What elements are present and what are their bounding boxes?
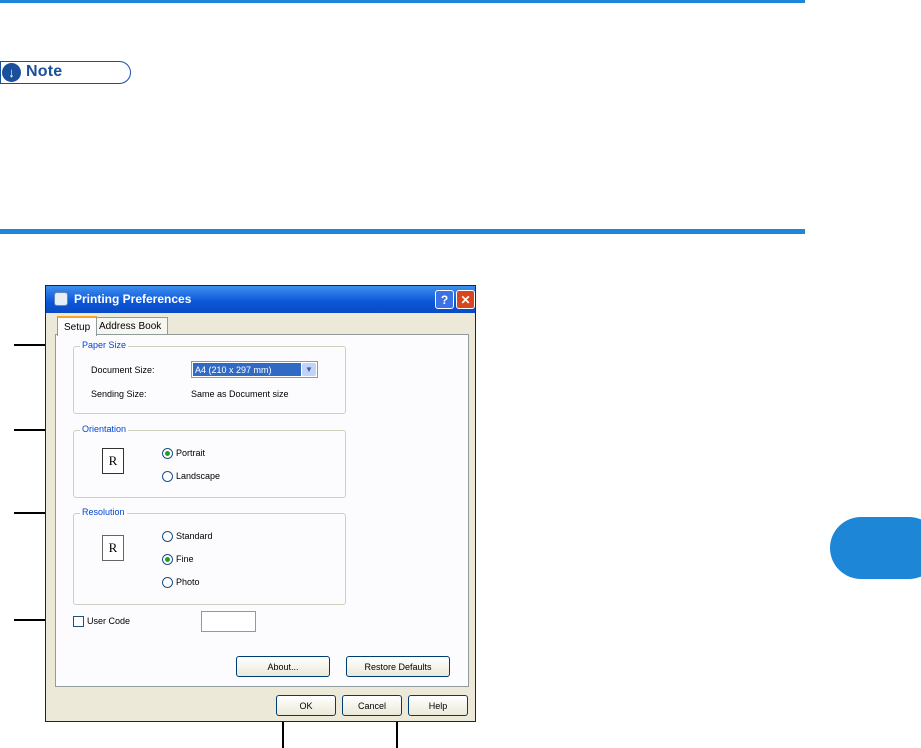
paper-size-group: Paper Size Document Size: A4 (210 x 297 …: [73, 340, 346, 414]
ok-button[interactable]: OK: [276, 695, 336, 716]
section-rule: [0, 229, 805, 234]
portrait-preview-icon: R: [102, 448, 124, 474]
about-button[interactable]: About...: [236, 656, 330, 677]
chapter-side-tab: [830, 517, 921, 579]
document-size-label: Document Size:: [91, 365, 155, 375]
note-badge: ↓ Note: [0, 61, 131, 84]
fine-label[interactable]: Fine: [176, 554, 194, 564]
landscape-radio[interactable]: [162, 471, 173, 482]
fine-radio[interactable]: [162, 554, 173, 565]
photo-label[interactable]: Photo: [176, 577, 200, 587]
setup-panel: Paper Size Document Size: A4 (210 x 297 …: [55, 334, 469, 687]
resolution-group: Resolution R Standard Fine Photo: [73, 507, 346, 605]
printer-icon: [54, 292, 68, 306]
portrait-label[interactable]: Portrait: [176, 448, 205, 458]
standard-label[interactable]: Standard: [176, 531, 213, 541]
document-size-value: A4 (210 x 297 mm): [193, 363, 301, 376]
standard-radio[interactable]: [162, 531, 173, 542]
landscape-label[interactable]: Landscape: [176, 471, 220, 481]
orientation-title: Orientation: [80, 424, 129, 434]
sending-size-value: Same as Document size: [191, 389, 289, 399]
user-code-input[interactable]: [201, 611, 256, 632]
help-question-button[interactable]: ?: [435, 290, 454, 309]
close-button[interactable]: ✕: [456, 290, 475, 309]
tab-setup[interactable]: Setup: [57, 316, 98, 336]
paper-size-title: Paper Size: [80, 340, 129, 350]
title-bar[interactable]: Printing Preferences ? ✕: [46, 286, 475, 313]
restore-defaults-button[interactable]: Restore Defaults: [346, 656, 450, 677]
document-size-select[interactable]: A4 (210 x 297 mm) ▼: [191, 361, 318, 378]
resolution-title: Resolution: [80, 507, 127, 517]
sending-size-label: Sending Size:: [91, 389, 147, 399]
cancel-button[interactable]: Cancel: [342, 695, 402, 716]
dialog-title: Printing Preferences: [74, 292, 192, 306]
portrait-radio[interactable]: [162, 448, 173, 459]
down-arrow-icon: ↓: [2, 63, 21, 82]
note-label: Note: [26, 63, 63, 80]
tab-address-book[interactable]: Address Book: [92, 317, 169, 335]
user-code-label[interactable]: User Code: [87, 616, 130, 626]
orientation-group: Orientation R Portrait Landscape: [73, 424, 346, 498]
chevron-down-icon[interactable]: ▼: [302, 363, 316, 376]
photo-radio[interactable]: [162, 577, 173, 588]
help-button[interactable]: Help: [408, 695, 468, 716]
resolution-preview-icon: R: [102, 535, 124, 561]
user-code-checkbox[interactable]: [73, 616, 84, 627]
printing-preferences-dialog: Printing Preferences ? ✕ Setup Address B…: [45, 285, 476, 722]
top-rule: [0, 0, 805, 3]
